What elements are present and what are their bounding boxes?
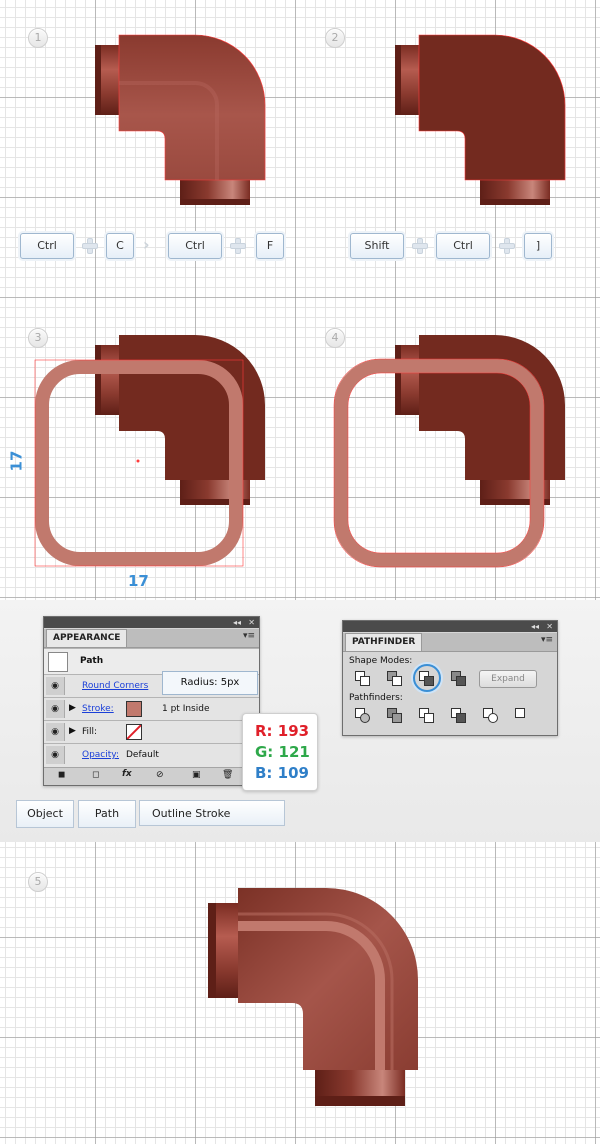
expand-button[interactable]: Expand <box>479 670 537 688</box>
path-thumbnail <box>48 652 68 672</box>
key-ctrl-1: Ctrl <box>20 233 74 259</box>
merge-icon[interactable] <box>419 708 434 723</box>
plus-icon <box>230 238 246 254</box>
round-corners-link[interactable]: Round Corners <box>82 681 148 691</box>
rgb-callout: R: 193 G: 121 B: 109 <box>242 713 318 791</box>
minus-back-icon[interactable] <box>515 708 529 722</box>
appearance-row-opacity[interactable]: ◉ Opacity: Default <box>44 743 259 767</box>
elbow-pipe-gradient <box>95 34 266 205</box>
appearance-row-fill[interactable]: ◉ ▶ Fill: <box>44 720 259 744</box>
step-badge-2: 2 <box>325 28 345 48</box>
elbow-with-rounded-rect <box>34 335 265 567</box>
panel-menu-icon[interactable]: ▾≡ <box>541 635 553 645</box>
divide-icon[interactable] <box>355 708 370 723</box>
new-fill-icon[interactable]: ◻ <box>92 770 99 780</box>
duplicate-item-icon[interactable]: ▣ <box>192 770 201 780</box>
panel-menu-icon[interactable]: ▾≡ <box>243 631 255 641</box>
rgb-green: G: 121 <box>255 743 310 761</box>
menu-outline-stroke[interactable]: Outline Stroke <box>139 800 285 826</box>
exclude-icon[interactable] <box>451 671 466 686</box>
key-f: F <box>256 233 284 259</box>
elbow-pipe-dark <box>395 34 566 205</box>
stroke-value: 1 pt Inside <box>162 704 210 714</box>
unite-icon[interactable] <box>355 671 370 686</box>
trim-icon[interactable] <box>387 708 402 723</box>
plus-icon <box>499 238 515 254</box>
key-bracket: ] <box>524 233 552 259</box>
key-ctrl-2: Ctrl <box>168 233 222 259</box>
visibility-eye-icon[interactable]: ◉ <box>46 723 65 741</box>
key-ctrl-3: Ctrl <box>436 233 490 259</box>
rgb-blue: B: 109 <box>255 764 309 782</box>
step-badge-1: 1 <box>28 28 48 48</box>
trash-icon[interactable]: 🗑 <box>222 770 233 780</box>
fill-label: Fill: <box>82 727 98 737</box>
shape-modes-label: Shape Modes: <box>349 656 413 666</box>
radius-tooltip: Radius: 5px <box>162 671 258 695</box>
expand-triangle-icon[interactable]: ▶ <box>69 703 76 713</box>
visibility-eye-icon[interactable]: ◉ <box>46 700 65 718</box>
appearance-panel: ◂◂ ✕ APPEARANCE ▾≡ Path ◉ Round Corners ◉… <box>43 616 260 786</box>
elbow-pipe-final <box>208 888 418 1106</box>
stroke-link[interactable]: Stroke: <box>82 704 114 714</box>
elbow-with-ring <box>333 335 565 568</box>
minus-front-icon[interactable] <box>387 671 402 686</box>
key-c: C <box>106 233 134 259</box>
intersect-icon[interactable] <box>419 671 434 686</box>
plus-icon <box>412 238 428 254</box>
new-stroke-icon[interactable]: ◼ <box>58 770 65 780</box>
outline-icon[interactable] <box>483 708 498 723</box>
expand-triangle-icon[interactable]: ▶ <box>69 726 76 736</box>
panel-titlebar[interactable]: ◂◂ ✕ <box>343 621 557 632</box>
menu-path[interactable]: Path <box>78 800 136 828</box>
menu-object[interactable]: Object <box>16 800 74 828</box>
tab-pathfinder[interactable]: PATHFINDER <box>345 633 423 651</box>
key-shift: Shift <box>350 233 404 259</box>
chevron-right-icon: › <box>143 235 150 254</box>
dimension-width: 17 <box>128 572 149 590</box>
object-type-label: Path <box>80 656 104 666</box>
rgb-red: R: 193 <box>255 722 310 740</box>
visibility-eye-icon[interactable]: ◉ <box>46 677 65 695</box>
stroke-swatch[interactable] <box>126 701 142 717</box>
pathfinders-label: Pathfinders: <box>349 693 403 703</box>
opacity-value: Default <box>126 750 159 760</box>
crop-icon[interactable] <box>451 708 466 723</box>
opacity-link[interactable]: Opacity: <box>82 750 119 760</box>
fx-icon[interactable]: fx <box>122 769 132 779</box>
appearance-row-stroke[interactable]: ◉ ▶ Stroke: 1 pt Inside <box>44 697 259 721</box>
tab-appearance[interactable]: APPEARANCE <box>46 629 128 647</box>
plus-icon <box>82 238 98 254</box>
fill-none-swatch[interactable] <box>126 724 142 740</box>
dimension-height: 17 <box>7 450 26 472</box>
step-badge-5: 5 <box>28 872 48 892</box>
pathfinder-panel: ◂◂ ✕ PATHFINDER ▾≡ Shape Modes: Expand Pa… <box>342 620 558 736</box>
visibility-eye-icon[interactable]: ◉ <box>46 746 65 764</box>
panel-titlebar[interactable]: ◂◂ ✕ <box>44 617 259 628</box>
appearance-toolbar: ◼ ◻ fx ⊘ ▣ 🗑 <box>44 767 259 785</box>
clear-appearance-icon[interactable]: ⊘ <box>156 770 164 780</box>
